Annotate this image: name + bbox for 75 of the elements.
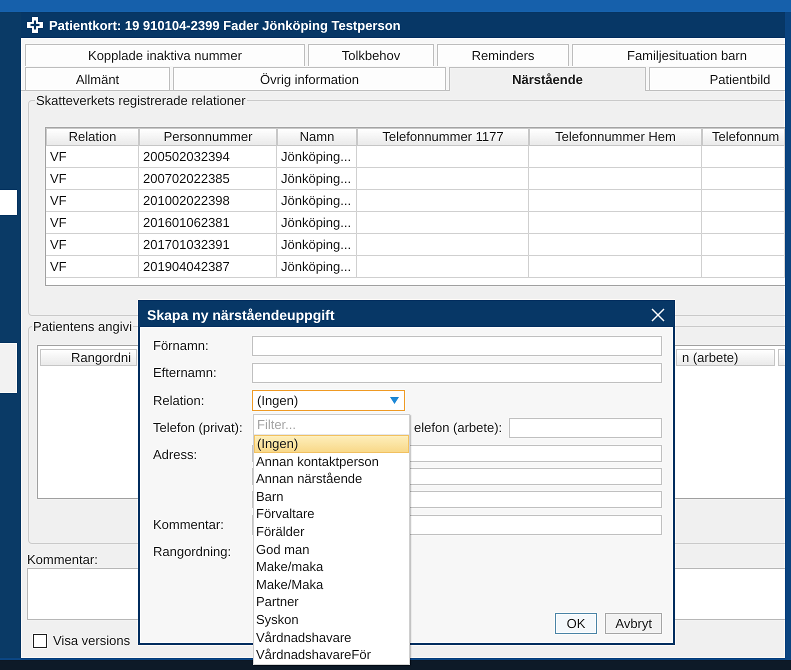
column-header[interactable]: n (arbete) (676, 349, 775, 366)
dropdown-option[interactable]: Barn (254, 488, 409, 506)
dropdown-option[interactable]: Annan närstående (254, 470, 409, 488)
table-cell: VF (46, 212, 139, 234)
dialog-title: Skapa ny närståendeuppgift (147, 306, 334, 322)
table-cell: VF (46, 168, 139, 190)
comment-label: Kommentar: (27, 552, 98, 567)
tab[interactable]: Familjesituation barn (572, 44, 785, 66)
table-cell: Jönköping... (277, 234, 357, 256)
field-label: Kommentar: (153, 516, 225, 534)
tab[interactable]: Kopplade inaktiva nummer (25, 44, 305, 66)
cross-icon (27, 17, 43, 33)
table-cell: Jönköping... (277, 212, 357, 234)
table-cell: VF (46, 256, 139, 278)
field-label: Relation: (153, 392, 206, 410)
close-button[interactable] (649, 306, 667, 324)
background-window (0, 190, 17, 215)
background-window (0, 343, 17, 393)
table-cell: Jönköping... (277, 190, 357, 212)
table-cell: 200702022385 (139, 168, 277, 190)
dialog-button[interactable]: Avbryt (605, 613, 662, 634)
text-field[interactable] (252, 363, 662, 383)
column-header[interactable]: Rangordni (40, 349, 137, 366)
table-cell: 201701032391 (139, 234, 277, 256)
table-cell: VF (46, 234, 139, 256)
column-header[interactable]: Relation (46, 128, 139, 146)
dropdown-option[interactable]: Syskon (254, 610, 409, 629)
dropdown-option[interactable]: Make/Maka (254, 576, 409, 594)
field-label: Efternamn: (153, 364, 218, 382)
tab[interactable]: Övrig information (173, 67, 446, 90)
column-header[interactable]: Telefonnummer 1177 (357, 128, 529, 146)
text-field[interactable] (252, 336, 662, 356)
dropdown-option[interactable]: Annan kontaktperson (254, 452, 409, 470)
table-cell: Jönköping... (277, 168, 357, 190)
field-label: Adress: (153, 446, 198, 464)
dropdown-option[interactable]: Make/maka (254, 558, 409, 576)
group-title: Skatteverkets registrerade relationer (35, 93, 247, 108)
dropdown-option[interactable]: Förälder (254, 522, 409, 541)
column-header[interactable]: Namn (277, 128, 357, 146)
filter-field[interactable]: Filter... (254, 415, 409, 435)
text-field[interactable] (509, 418, 662, 438)
tab[interactable]: Närstående (449, 67, 646, 91)
tab[interactable]: Tolkbehov (308, 44, 434, 66)
tab[interactable]: Patientbild (649, 67, 785, 90)
field-label: Telefon (privat): (153, 419, 244, 437)
tab[interactable]: Allmänt (25, 67, 170, 90)
checkbox[interactable] (33, 634, 47, 648)
column-header[interactable]: Telefonnum (702, 128, 785, 146)
dropdown-option[interactable]: Förvaltare (254, 505, 409, 523)
column-header[interactable]: Telefonnummer Hem (529, 128, 702, 146)
field-label: elefon (arbete): (414, 419, 502, 437)
tab[interactable]: Reminders (437, 44, 569, 66)
relation-combobox[interactable]: (Ingen) (252, 390, 405, 411)
table-cell: Jönköping... (277, 146, 357, 168)
column-header[interactable]: Personnummer (139, 128, 277, 146)
dialog-button[interactable]: OK (554, 613, 598, 634)
table-cell: VF (46, 146, 139, 168)
checkbox-label: Visa versions (53, 633, 130, 649)
field-label: Förnamn: (153, 337, 210, 355)
field-label: Rangordning: (153, 543, 232, 561)
group-title: Patientens angivi (32, 319, 134, 334)
dropdown-option[interactable]: (Ingen) (254, 435, 409, 453)
caret-icon (390, 397, 399, 404)
dropdown-option[interactable]: VårdnadshavareFör (254, 646, 409, 664)
table-cell: 200502032394 (139, 146, 277, 168)
dropdown-option[interactable]: God man (254, 540, 409, 558)
table-cell: VF (46, 190, 139, 212)
table-cell: 201002022398 (139, 190, 277, 212)
table-cell: 201601062381 (139, 212, 277, 234)
table-cell: 201904042387 (139, 256, 277, 278)
dropdown-option[interactable]: Partner (254, 593, 409, 611)
close-icon (651, 308, 665, 322)
table-cell: Jönköping... (277, 256, 357, 278)
window-title: Patientkort: 19 910104-2399 Fader Jönköping Testperson (49, 18, 401, 32)
dropdown-option[interactable]: Vårdnadshavare (254, 628, 409, 646)
